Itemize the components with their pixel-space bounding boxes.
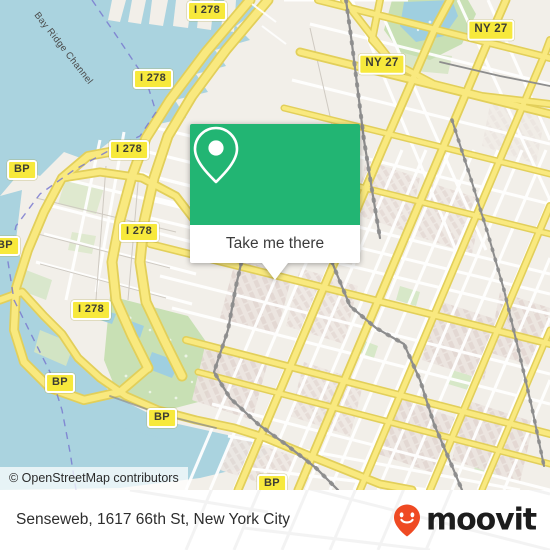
moovit-wordmark: moovit [425,502,537,538]
map-canvas[interactable]: Bay Ridge Channel I 278 I 278 I 278 I 27… [0,0,550,490]
popup-pointer [262,263,288,280]
moovit-logo[interactable]: moovit [392,502,537,538]
route-shield-i278[interactable]: I 278 [133,69,173,89]
route-shield-bp[interactable]: BP [147,408,177,428]
popup-icon-area [190,124,360,225]
route-shield-i278[interactable]: I 278 [119,222,159,242]
map-screenshot: Bay Ridge Channel I 278 I 278 I 278 I 27… [0,0,550,550]
route-shield-i278[interactable]: I 278 [187,1,227,21]
footer-bar: Senseweb, 1617 66th St, New York City mo… [0,490,550,550]
route-shield-bp[interactable]: BP [257,474,287,490]
route-shield-bp[interactable]: BP [45,373,75,393]
take-me-there-button[interactable]: Take me there [190,225,360,263]
route-shield-ny27[interactable]: NY 27 [358,53,406,75]
route-shield-bp[interactable]: BP [0,236,20,256]
take-me-there-label: Take me there [225,235,325,252]
moovit-smiling-pin-icon [393,504,420,536]
location-popup[interactable]: Take me there [190,124,360,280]
route-shield-bp[interactable]: BP [7,160,37,180]
route-shield-ny27[interactable]: NY 27 [467,19,515,41]
map-attribution[interactable]: © OpenStreetMap contributors [0,467,188,490]
route-shield-i278[interactable]: I 278 [109,140,149,160]
place-name-label: Senseweb, 1617 66th St, New York City [16,511,290,528]
route-shield-i278[interactable]: I 278 [71,300,111,320]
map-pin-icon [193,126,239,184]
